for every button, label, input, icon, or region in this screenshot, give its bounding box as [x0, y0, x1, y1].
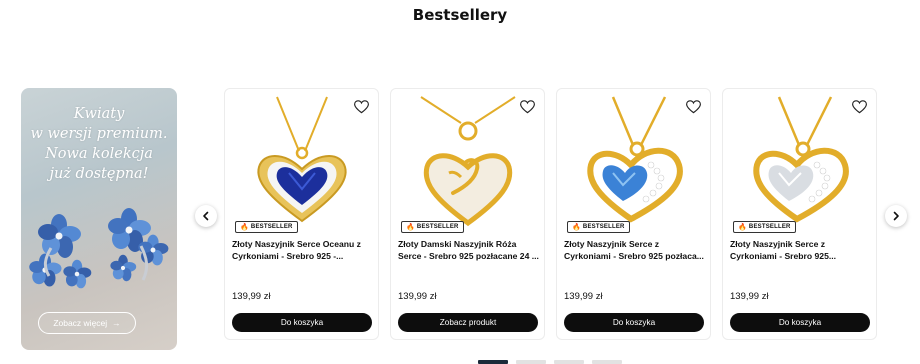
favorite-heart-icon[interactable]: [518, 98, 536, 116]
carousel-pagination: [478, 360, 622, 364]
chevron-right-icon: [893, 211, 899, 221]
see-more-button[interactable]: Zobacz więcej →: [38, 312, 136, 334]
see-more-label: Zobacz więcej: [53, 318, 108, 328]
chevron-left-icon: [203, 211, 209, 221]
promo-line-3: Nowa kolekcja: [45, 146, 153, 162]
bestseller-badge: 🔥 BESTSELLER: [401, 221, 464, 233]
promo-headline: Kwiaty w wersji premium. Nowa kolekcja j…: [21, 104, 177, 184]
product-price: 139,99 zł: [730, 291, 769, 302]
promo-banner[interactable]: Kwiaty w wersji premium. Nowa kolekcja j…: [21, 88, 177, 350]
bestseller-badge: 🔥 BESTSELLER: [733, 221, 796, 233]
badge-label: BESTSELLER: [250, 224, 293, 230]
product-name[interactable]: Złoty Naszyjnik Serce z Cyrkoniami - Sre…: [730, 239, 872, 262]
carousel-next-button[interactable]: [885, 205, 907, 227]
add-to-cart-button[interactable]: Do koszyka: [730, 313, 870, 332]
product-name[interactable]: Złoty Naszyjnik Serce z Cyrkoniami - Sre…: [564, 239, 706, 262]
add-to-cart-button[interactable]: Do koszyka: [232, 313, 372, 332]
promo-line-4: już dostępna!: [49, 166, 149, 182]
bestseller-badge: 🔥 BESTSELLER: [235, 221, 298, 233]
pagination-dot[interactable]: [554, 360, 584, 364]
favorite-heart-icon[interactable]: [352, 98, 370, 116]
pagination-dot[interactable]: [516, 360, 546, 364]
add-to-cart-button[interactable]: Do koszyka: [564, 313, 704, 332]
product-price: 139,99 zł: [564, 291, 603, 302]
carousel-prev-button[interactable]: [195, 205, 217, 227]
badge-label: BESTSELLER: [582, 224, 625, 230]
promo-line-2: w wersji premium.: [30, 126, 168, 142]
promo-line-1: Kwiaty: [73, 106, 125, 122]
product-name[interactable]: Złoty Naszyjnik Serce Oceanu z Cyrkoniam…: [232, 239, 374, 262]
section-title: Bestsellery: [412, 6, 508, 24]
product-card[interactable]: 🔥 BESTSELLER Złoty Naszyjnik Serce Oceanu…: [224, 88, 379, 340]
badge-label: BESTSELLER: [748, 224, 791, 230]
fire-icon: 🔥: [572, 224, 581, 231]
pagination-dot[interactable]: [592, 360, 622, 364]
view-product-button[interactable]: Zobacz produkt: [398, 313, 538, 332]
product-card[interactable]: 🔥 BESTSELLER Złoty Damski Naszyjnik Róża …: [390, 88, 545, 340]
badge-label: BESTSELLER: [416, 224, 459, 230]
arrow-right-icon: →: [112, 318, 121, 328]
fire-icon: 🔥: [406, 224, 415, 231]
product-price: 139,99 zł: [232, 291, 271, 302]
fire-icon: 🔥: [240, 224, 249, 231]
bestseller-badge: 🔥 BESTSELLER: [567, 221, 630, 233]
product-card[interactable]: 🔥 BESTSELLER Złoty Naszyjnik Serce z Cyrk…: [556, 88, 711, 340]
fire-icon: 🔥: [738, 224, 747, 231]
product-card[interactable]: 🔥 BESTSELLER Złoty Naszyjnik Serce z Cyrk…: [722, 88, 877, 340]
product-name[interactable]: Złoty Damski Naszyjnik Róża Serce - Sreb…: [398, 239, 540, 262]
favorite-heart-icon[interactable]: [850, 98, 868, 116]
pagination-dot[interactable]: [478, 360, 508, 364]
product-price: 139,99 zł: [398, 291, 437, 302]
favorite-heart-icon[interactable]: [684, 98, 702, 116]
